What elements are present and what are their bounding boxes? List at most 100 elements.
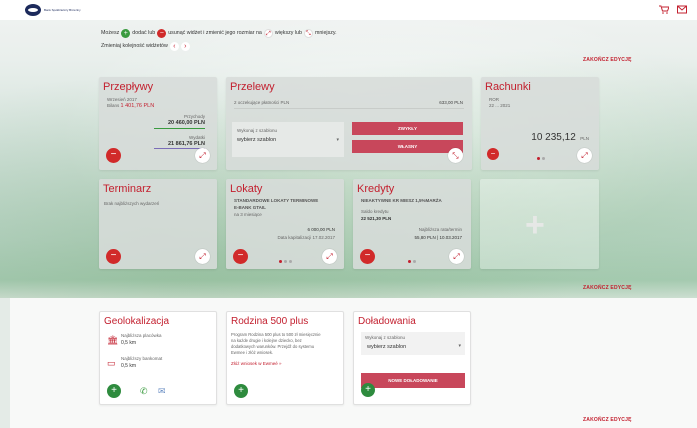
end-edit-link-middle[interactable]: ZAKOŃCZ EDYCJĘ — [583, 285, 632, 291]
widget-title: Przepływy — [103, 81, 154, 93]
chevron-right-icon[interactable]: › — [180, 42, 190, 51]
carousel-dots[interactable] — [279, 260, 292, 263]
remove-widget-button[interactable]: − — [360, 249, 375, 264]
atm-distance: 0,5 km — [121, 363, 137, 369]
widget-title: Rodzina 500 plus — [231, 316, 309, 327]
widget-title: Przelewy — [230, 81, 275, 93]
widget-doladowania: Doładowania Wykonaj z szablonu wybierz s… — [353, 311, 471, 405]
balance-value: 10 235,12 — [531, 132, 576, 143]
add-widget-button[interactable]: + — [361, 383, 375, 397]
widget-title: Geolokalizacja — [104, 316, 170, 327]
mail-icon[interactable]: ✉ — [158, 386, 166, 397]
template-select[interactable]: Wykonaj z szablonu wybierz szablon ▾ — [232, 122, 344, 157]
edit-instructions: Możesz + dodać lub − usunąć widżet i zmi… — [101, 27, 337, 53]
account-number: 22 ... 2021 — [489, 103, 511, 108]
przychody-label: Przychody — [183, 114, 205, 119]
end-edit-link-top[interactable]: ZAKOŃCZ EDYCJĘ — [583, 57, 632, 63]
remove-icon: − — [157, 29, 167, 38]
remove-widget-button[interactable]: − — [487, 148, 499, 160]
apply-link[interactable]: Złóż wniosek w Ewmeé » — [231, 361, 282, 366]
bilans-label: Bilans — [107, 103, 120, 108]
widget-rachunki: Rachunki ROR 22 ... 2021 10 235,12 PLN −… — [481, 77, 599, 170]
add-widget-plus-icon[interactable]: + — [525, 208, 545, 242]
widget-geolokalizacja: Geolokalizacja 🏛 Najbliższa placówka 0,5… — [99, 311, 217, 405]
add-widget-button[interactable]: + — [234, 384, 248, 398]
resize-widget-button[interactable]: ⤢ — [577, 148, 592, 163]
divider — [234, 108, 464, 109]
resize-widget-button[interactable]: ⤡ — [448, 148, 463, 163]
saldo-value: 22 521,30 PLN — [361, 216, 392, 221]
no-events: Brak najbliższych wydarzeń — [104, 201, 160, 206]
wlasny-transfer-button[interactable]: WŁASNY — [352, 140, 463, 153]
top-bar: Bank Spółdzielczy Brzeziny — [0, 0, 697, 20]
intro-text-1: Możesz — [101, 30, 120, 36]
przychody-value: 20 460,00 PLN — [168, 120, 205, 126]
wydatki-label: Wydatki — [189, 135, 205, 140]
atm-label: Najbliższy bankomat — [121, 356, 163, 361]
template-select[interactable]: Wykonaj z szablonu wybierz szablon ▾ — [361, 332, 465, 355]
mail-icon[interactable] — [677, 5, 687, 14]
zwykly-transfer-button[interactable]: ZWYKŁY — [352, 122, 463, 135]
bank-logo[interactable]: Bank Spółdzielczy Brzeziny — [25, 4, 84, 16]
template-placeholder: wybierz szablon — [237, 137, 277, 143]
next-installment-value: 55,80 PLN | 10.03.2017 — [414, 235, 462, 240]
deposit-name-1: STANDARDOWE LOKATY TERMINOWE — [234, 198, 319, 203]
cart-icon[interactable] — [659, 5, 670, 14]
widget-title: Doładowania — [358, 316, 416, 327]
deposit-term: na 3 miesiące — [234, 212, 262, 217]
widget-title: Lokaty — [230, 183, 263, 195]
deposit-name-2: E-BANK GTAIL — [234, 205, 266, 210]
remove-widget-button[interactable]: − — [106, 249, 121, 264]
remove-widget-button[interactable]: − — [233, 249, 248, 264]
chevron-down-icon: ▾ — [336, 137, 339, 143]
widget-przelewy: Przelewy 2 oczekujące płatności PLN 633,… — [226, 77, 472, 170]
chevron-down-icon: ▾ — [458, 343, 461, 349]
carousel-dots[interactable] — [537, 157, 545, 160]
program-description: Program Rodzina 500 plus to 500 zł miesi… — [231, 332, 321, 355]
widget-terminarz: Terminarz Brak najbliższych wydarzeń − ⤢ — [99, 179, 217, 269]
intro-text-5: mniejszy. — [314, 30, 337, 36]
add-widget-button[interactable]: + — [107, 384, 121, 398]
balance-currency: PLN — [580, 136, 589, 141]
przychody-bar — [154, 128, 205, 129]
pending-payments: 2 oczekujące płatności PLN — [234, 100, 290, 105]
carousel-dots[interactable] — [408, 260, 416, 263]
template-label: Wykonaj z szablonu — [237, 128, 277, 133]
phone-icon[interactable]: ✆ — [140, 386, 148, 397]
widget-kredyty: Kredyty NIEAKTYWNE KR MIESZ 1,5%MARŻA Sa… — [353, 179, 471, 269]
resize-widget-button[interactable]: ⤢ — [195, 148, 210, 163]
intro-text-3: usunąć widżet i zmienić jego rozmiar na — [168, 30, 262, 36]
bilans-value: 1 401,76 PLN — [120, 103, 155, 109]
shrink-icon: ⤡ — [303, 29, 313, 38]
intro-text-6: Zmieniaj kolejność widżetów — [101, 43, 168, 49]
template-placeholder: wybierz szablon — [367, 344, 407, 350]
logo-mark-icon — [25, 4, 41, 16]
next-installment-label: Najbliższa rata/termin — [418, 227, 462, 232]
widget-title: Rachunki — [485, 81, 531, 93]
credit-name: NIEAKTYWNE KR MIESZ 1,5%MARŻA — [361, 198, 442, 203]
expand-icon: ⤢ — [263, 29, 273, 38]
widget-title: Kredyty — [357, 183, 395, 195]
bank-branch-icon: 🏛 — [107, 335, 119, 345]
widget-przeplywy: Przepływy Wrzesień 2017 Bilans 1 401,76 … — [99, 77, 217, 170]
widget-title: Terminarz — [103, 183, 152, 195]
template-label: Wykonaj z szablonu — [365, 335, 405, 340]
widget-rodzina-500: Rodzina 500 plus Program Rodzina 500 plu… — [226, 311, 344, 405]
chevron-left-icon[interactable]: ‹ — [169, 42, 179, 51]
branch-label: Najbliższa placówka — [121, 333, 162, 338]
resize-widget-button[interactable]: ⤢ — [195, 249, 210, 264]
add-icon: + — [121, 29, 131, 38]
logo-text: Bank Spółdzielczy Brzeziny — [44, 8, 81, 12]
new-topup-button[interactable]: NOWE DOŁADOWANIE — [361, 373, 465, 388]
remove-widget-button[interactable]: − — [106, 148, 121, 163]
end-edit-link-bottom[interactable]: ZAKOŃCZ EDYCJĘ — [583, 417, 632, 423]
branch-distance: 0,5 km — [121, 340, 137, 346]
widget-lokaty: Lokaty STANDARDOWE LOKATY TERMINOWE E-BA… — [226, 179, 344, 269]
period: Wrzesień 2017 — [107, 97, 137, 102]
deposit-date: Data kapitalizacji 17.02.2017 — [277, 235, 335, 240]
resize-widget-button[interactable]: ⤢ — [449, 249, 464, 264]
atm-icon: ▭ — [107, 358, 116, 368]
account-balance: 10 235,12 PLN — [531, 127, 589, 145]
intro-text-2: dodać lub — [132, 30, 156, 36]
resize-widget-button[interactable]: ⤢ — [322, 249, 337, 264]
